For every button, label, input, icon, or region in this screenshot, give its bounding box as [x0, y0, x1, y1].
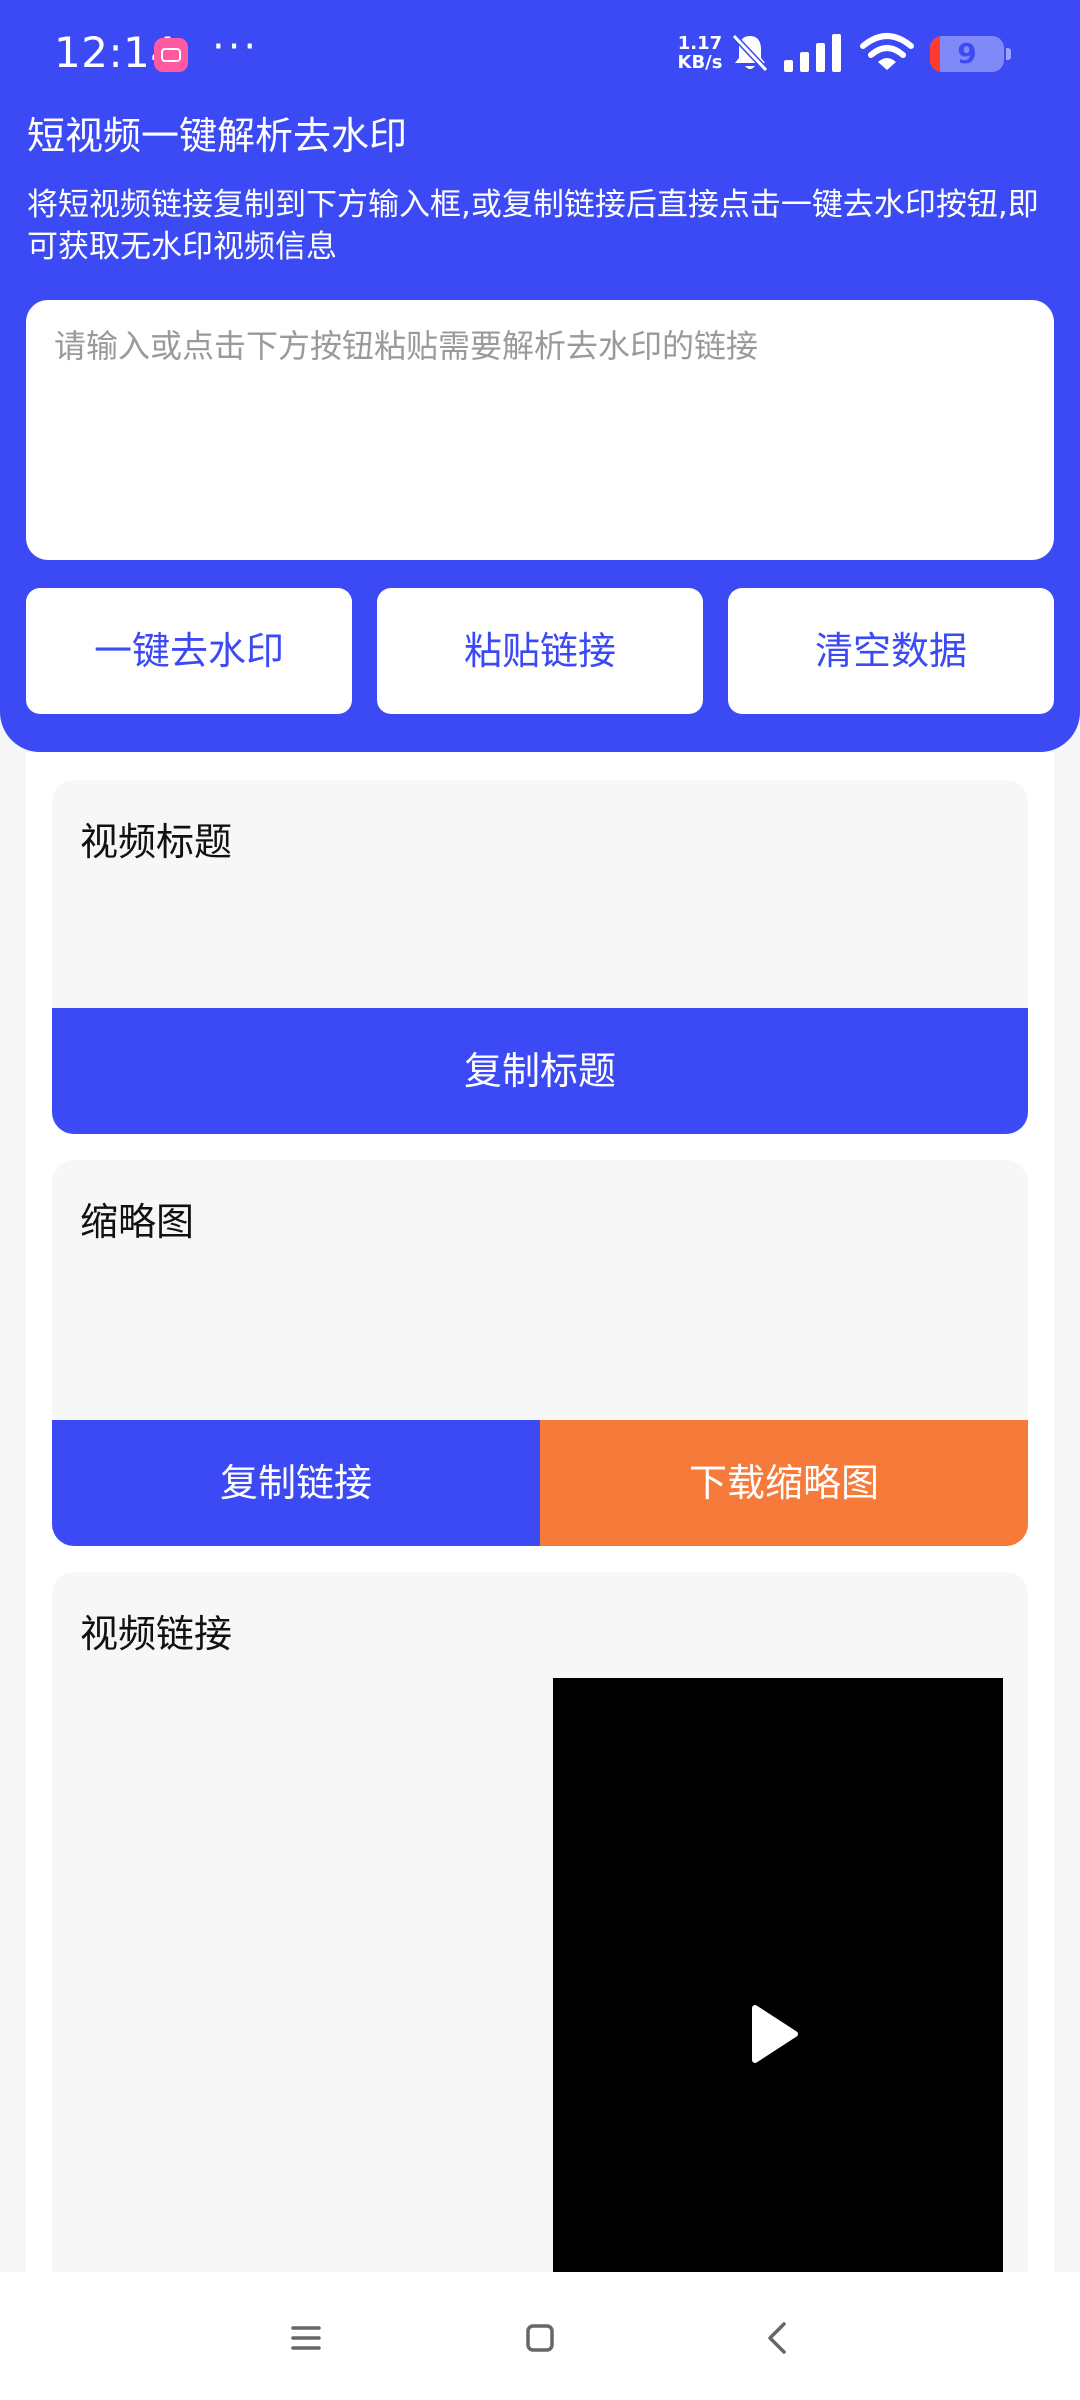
page-description: 将短视频链接复制到下方输入框,或复制链接后直接点击一键去水印按钮,即可获取无水印… — [27, 187, 1039, 265]
link-input[interactable] — [26, 300, 1054, 560]
page-title: 短视频一键解析去水印 — [27, 114, 408, 158]
wifi-icon — [860, 33, 914, 70]
video-link-label: 视频链接 — [80, 1612, 233, 1656]
video-title-card: 视频标题 复制标题 — [52, 780, 1028, 1134]
action-button-row: 一键去水印 粘贴链接 清空数据 — [26, 588, 1054, 714]
signal-icon — [784, 34, 841, 72]
download-thumbnail-button[interactable]: 下载缩略图 — [540, 1420, 1028, 1546]
bell-muted-icon — [731, 33, 769, 73]
play-icon[interactable] — [747, 2004, 801, 2064]
status-bar: 12:14 ··· 1.17 KB/s 9 — [0, 0, 1080, 108]
thumbnail-label: 缩略图 — [80, 1200, 195, 1244]
video-player[interactable] — [553, 1678, 1003, 2372]
network-speed: 1.17 KB/s — [672, 34, 728, 72]
remove-watermark-button[interactable]: 一键去水印 — [26, 588, 352, 714]
network-speed-value: 1.17 — [677, 33, 723, 54]
video-title-label: 视频标题 — [80, 820, 233, 864]
thumbnail-card: 缩略图 复制链接 下载缩略图 — [52, 1160, 1028, 1546]
system-navigation-bar — [0, 2272, 1080, 2400]
menu-icon[interactable] — [266, 2298, 346, 2378]
network-speed-unit: KB/s — [677, 52, 723, 73]
paste-link-button[interactable]: 粘贴链接 — [377, 588, 703, 714]
app-notification-icon — [154, 38, 188, 72]
more-notifications-dots: ··· — [212, 24, 260, 70]
clear-data-button[interactable]: 清空数据 — [728, 588, 1054, 714]
battery-tip — [1006, 48, 1011, 60]
battery-level: 9 — [957, 37, 977, 70]
video-link-card: 视频链接 — [52, 1572, 1028, 2372]
battery-icon: 9 — [930, 36, 1004, 72]
copy-title-button[interactable]: 复制标题 — [52, 1008, 1028, 1134]
back-icon[interactable] — [738, 2298, 818, 2378]
home-icon[interactable] — [500, 2298, 580, 2378]
header-panel: 12:14 ··· 1.17 KB/s 9 短视频一键解析去水印 将短视频链接复… — [0, 0, 1080, 752]
copy-link-button[interactable]: 复制链接 — [52, 1420, 540, 1546]
